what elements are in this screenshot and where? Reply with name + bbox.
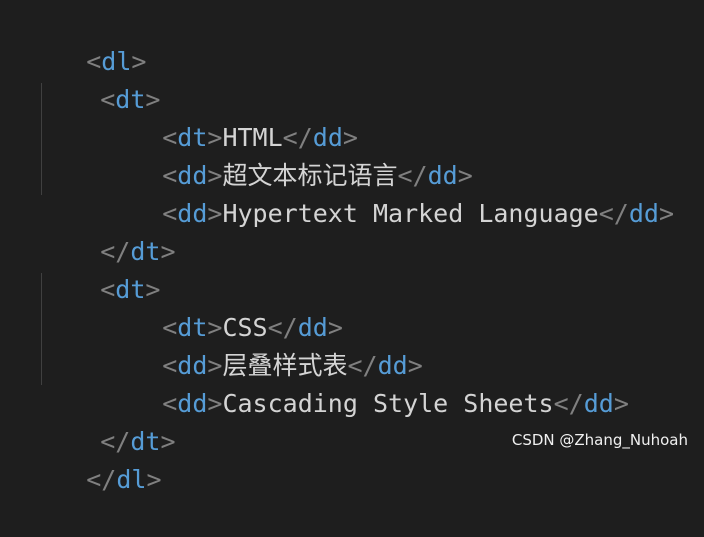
- tag-name: dd: [177, 389, 208, 418]
- end-tag-open-bracket: </: [598, 199, 629, 228]
- code-line[interactable]: <dt>HTML</dd>: [102, 81, 358, 152]
- code-line[interactable]: <dt>CSS</dd>: [102, 271, 343, 342]
- tag-close-bracket: >: [146, 465, 162, 494]
- end-tag-close-bracket: >: [613, 389, 629, 418]
- element-text: Hypertext Marked Language: [222, 199, 599, 228]
- tag-close-bracket: >: [207, 199, 223, 228]
- code-line[interactable]: </dl>: [26, 423, 161, 494]
- end-tag-name: dd: [628, 199, 659, 228]
- code-line[interactable]: </dt>: [40, 195, 175, 266]
- tag-name: dl: [116, 465, 147, 494]
- code-line[interactable]: </dt>: [40, 385, 175, 456]
- tag-close-bracket: >: [207, 389, 223, 418]
- end-tag-close-bracket: >: [658, 199, 675, 228]
- tag-close-bracket: >: [160, 237, 176, 266]
- code-line[interactable]: <dt>: [40, 43, 160, 114]
- code-line[interactable]: <dt>: [40, 233, 160, 304]
- end-tag-name: dd: [583, 389, 614, 418]
- code-editor[interactable]: <dl> <dt> <dt>HTML</dd> <dd>超文本标记语言</dd>…: [0, 0, 704, 494]
- tag-name: dd: [177, 199, 208, 228]
- tag-close-bracket: >: [160, 427, 176, 456]
- watermark: CSDN @Zhang_Nuhoah: [511, 431, 688, 449]
- code-line[interactable]: <dl>: [26, 5, 146, 76]
- code-line[interactable]: <dd>Hypertext Marked Language</dd>: [102, 157, 674, 228]
- code-line[interactable]: <dd>层叠样式表</dd>: [102, 309, 423, 380]
- tag-open-bracket: </: [86, 465, 117, 494]
- code-line[interactable]: <dd>Cascading Style Sheets</dd>: [102, 347, 629, 418]
- code-line[interactable]: <dd>超文本标记语言</dd>: [102, 119, 473, 190]
- end-tag-open-bracket: </: [553, 389, 584, 418]
- element-text: Cascading Style Sheets: [222, 389, 554, 418]
